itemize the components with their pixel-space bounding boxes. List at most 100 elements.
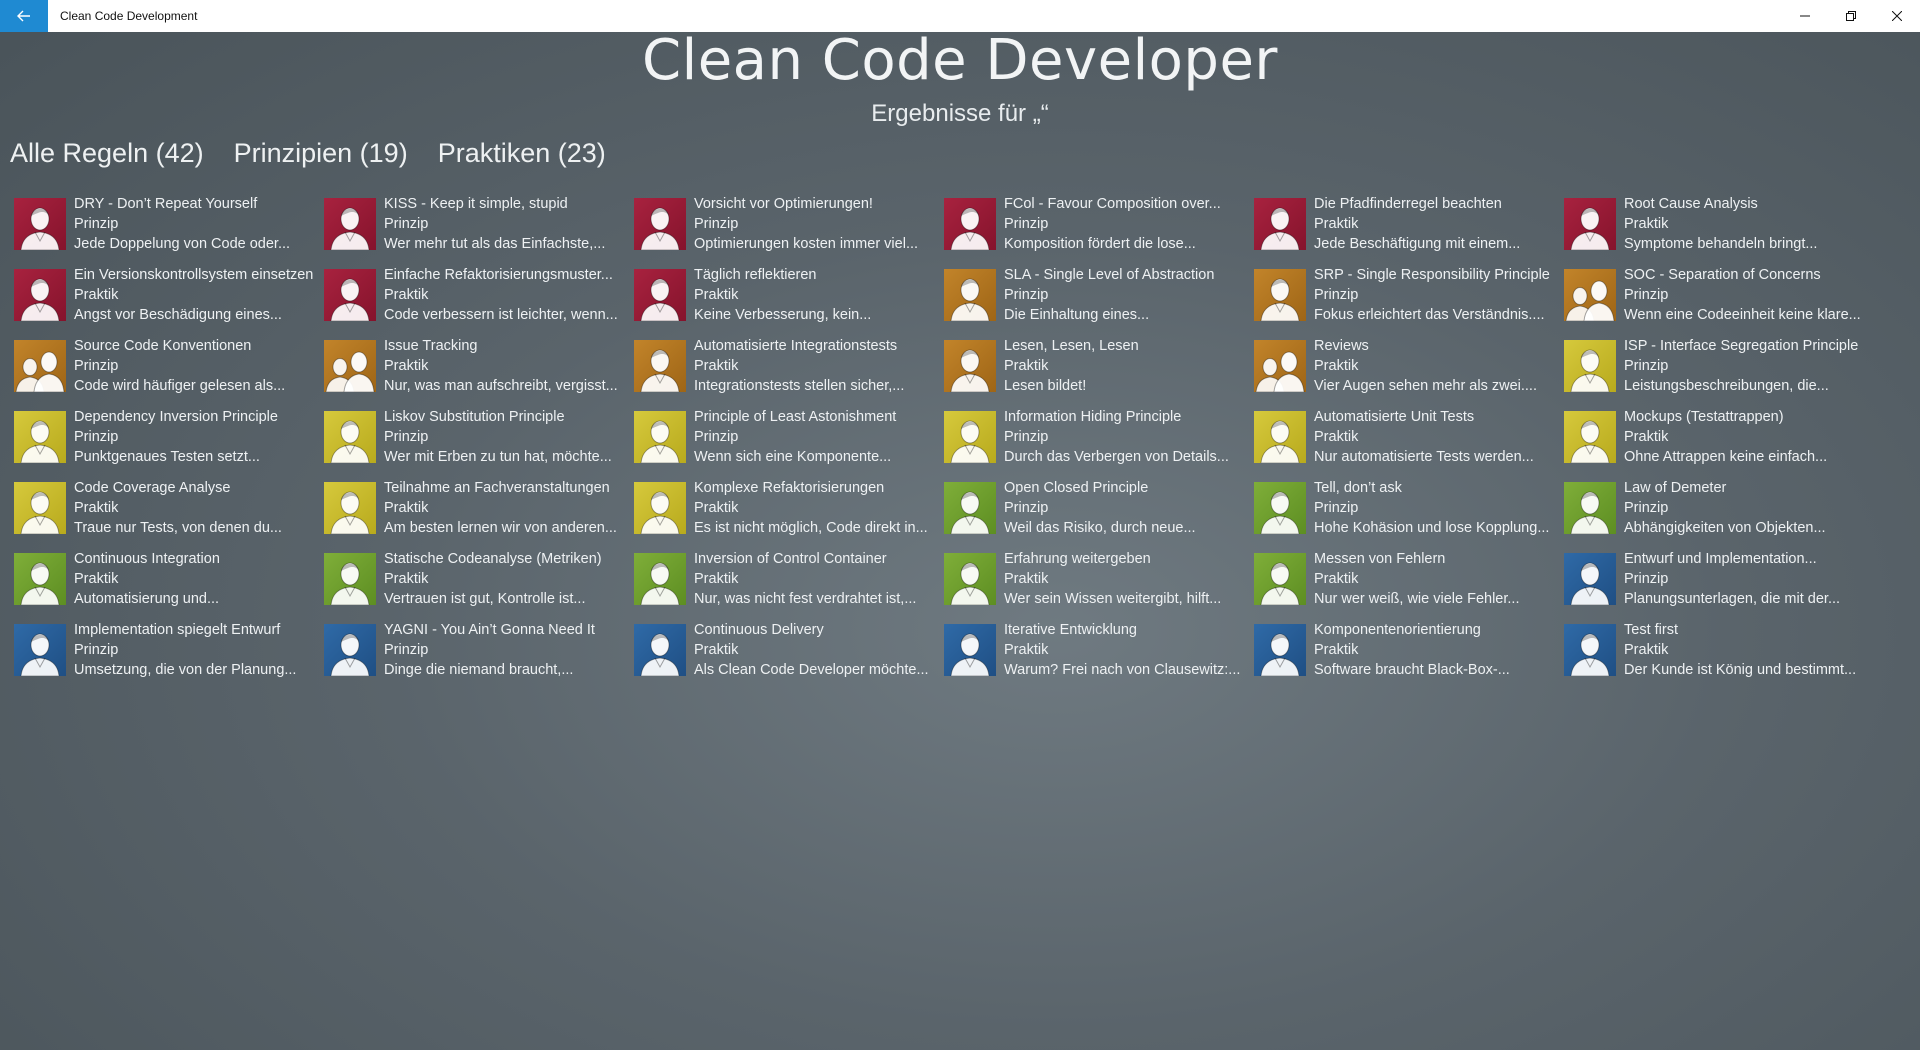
- rule-info: FCol - Favour Composition over... Prinzip…: [1004, 194, 1244, 254]
- rule-description: Abhängigkeiten von Objekten...: [1624, 520, 1826, 536]
- rule-title: Principle of Least Astonishment: [694, 409, 897, 425]
- rule-card[interactable]: Dependency Inversion Principle Prinzip Pun…: [14, 407, 324, 478]
- tab-praktiken[interactable]: Praktiken (23): [438, 138, 606, 169]
- rule-card[interactable]: Principle of Least Astonishment Prinzip We…: [634, 407, 944, 478]
- tab-alle-regeln[interactable]: Alle Regeln (42): [10, 138, 204, 169]
- rule-type: Prinzip: [694, 429, 739, 445]
- rule-title: Implementation spiegelt Entwurf: [74, 622, 281, 638]
- rule-info: Statische Codeanalyse (Metriken) Praktik V…: [384, 549, 624, 609]
- rule-card[interactable]: Reviews Praktik Vier Augen sehen mehr als …: [1254, 336, 1564, 407]
- rule-info: Die Pfadfinderregel beachten Praktik Jede …: [1314, 194, 1554, 254]
- rule-info: Lesen, Lesen, Lesen Praktik Lesen bildet!: [1004, 336, 1244, 396]
- rule-card[interactable]: FCol - Favour Composition over... Prinzip…: [944, 194, 1254, 265]
- rule-card[interactable]: Open Closed Principle Prinzip Weil das Ris…: [944, 478, 1254, 549]
- person-icon: [944, 198, 996, 250]
- rule-card[interactable]: Entwurf und Implementation... Prinzip Plan…: [1564, 549, 1874, 620]
- rule-card[interactable]: Lesen, Lesen, Lesen Praktik Lesen bildet!: [944, 336, 1254, 407]
- tab-prinzipien[interactable]: Prinzipien (19): [234, 138, 408, 169]
- rule-info: Continuous Integration Praktik Automatisie…: [74, 549, 314, 609]
- rule-card[interactable]: YAGNI - You Ain’t Gonna Need It Prinzip Di…: [324, 620, 634, 691]
- rule-card[interactable]: Komponentenorientierung Praktik Software b…: [1254, 620, 1564, 691]
- rule-type: Praktik: [694, 571, 739, 587]
- rule-card[interactable]: Teilnahme an Fachveranstaltungen Praktik A…: [324, 478, 634, 549]
- rule-title: Source Code Konventionen: [74, 338, 252, 354]
- rule-card[interactable]: Continuous Integration Praktik Automatisie…: [14, 549, 324, 620]
- rule-card[interactable]: Implementation spiegelt Entwurf Prinzip Um…: [14, 620, 324, 691]
- rule-title: DRY - Don’t Repeat Yourself: [74, 196, 258, 212]
- rule-info: Tell, don’t ask Prinzip Hohe Kohäsion und …: [1314, 478, 1554, 538]
- rule-title: SOC - Separation of Concerns: [1624, 267, 1821, 283]
- rule-description: Ohne Attrappen keine einfach...: [1624, 449, 1828, 465]
- rule-card[interactable]: Code Coverage Analyse Praktik Traue nur Te…: [14, 478, 324, 549]
- rule-card[interactable]: Law of Demeter Prinzip Abhängigkeiten von …: [1564, 478, 1874, 549]
- rule-card[interactable]: Die Pfadfinderregel beachten Praktik Jede …: [1254, 194, 1564, 265]
- rule-card[interactable]: Einfache Refaktorisierungsmuster... Prakt…: [324, 265, 634, 336]
- person-icon: [944, 482, 996, 534]
- rule-card[interactable]: Messen von Fehlern Praktik Nur wer weiß, w…: [1254, 549, 1564, 620]
- rule-card[interactable]: Komplexe Refaktorisierungen Praktik Es ist…: [634, 478, 944, 549]
- rule-description: Nur automatisierte Tests werden...: [1314, 449, 1534, 465]
- rule-description: Nur wer weiß, wie viele Fehler...: [1314, 591, 1520, 607]
- rule-card[interactable]: Täglich reflektieren Praktik Keine Verbess…: [634, 265, 944, 336]
- rule-card[interactable]: DRY - Don’t Repeat Yourself Prinzip Jede D…: [14, 194, 324, 265]
- rule-card[interactable]: Erfahrung weitergeben Praktik Wer sein Wis…: [944, 549, 1254, 620]
- rule-card[interactable]: Iterative Entwicklung Praktik Warum? Frei …: [944, 620, 1254, 691]
- rule-card[interactable]: Statische Codeanalyse (Metriken) Praktik V…: [324, 549, 634, 620]
- rule-description: Dinge die niemand braucht,...: [384, 662, 574, 678]
- rule-card[interactable]: Root Cause Analysis Praktik Symptome behan…: [1564, 194, 1874, 265]
- rule-card[interactable]: Automatisierte Integrationstests Praktik I…: [634, 336, 944, 407]
- person-icon: [1564, 198, 1616, 250]
- rule-title: SRP - Single Responsibility Principle: [1314, 267, 1550, 283]
- rule-title: Code Coverage Analyse: [74, 480, 231, 496]
- person-icon: [324, 482, 376, 534]
- person-icon: [634, 482, 686, 534]
- rule-title: Liskov Substitution Principle: [384, 409, 565, 425]
- rule-type: Prinzip: [1004, 287, 1049, 303]
- rule-card[interactable]: SOC - Separation of Concerns Prinzip Wenn …: [1564, 265, 1874, 336]
- rule-card[interactable]: Automatisierte Unit Tests Praktik Nur auto…: [1254, 407, 1564, 478]
- rule-type: Praktik: [1314, 642, 1359, 658]
- rule-card[interactable]: SLA - Single Level of Abstraction Prinzip…: [944, 265, 1254, 336]
- person-icon: [634, 624, 686, 676]
- person-icon: [1564, 340, 1616, 392]
- rule-card[interactable]: Tell, don’t ask Prinzip Hohe Kohäsion und …: [1254, 478, 1564, 549]
- rule-info: YAGNI - You Ain’t Gonna Need It Prinzip Di…: [384, 620, 624, 680]
- rule-card[interactable]: Source Code Konventionen Prinzip Code wird…: [14, 336, 324, 407]
- rule-type: Praktik: [694, 358, 739, 374]
- rule-info: Mockups (Testattrappen) Praktik Ohne Attra…: [1624, 407, 1864, 467]
- rule-title: Test first: [1624, 622, 1678, 638]
- rule-description: Integrationstests stellen sicher,...: [694, 378, 905, 394]
- rule-title: Inversion of Control Container: [694, 551, 887, 567]
- rule-info: Test first Praktik Der Kunde ist König und…: [1624, 620, 1864, 680]
- rule-type: Praktik: [74, 500, 119, 516]
- rule-card[interactable]: Ein Versionskontrollsystem einsetzen Prak…: [14, 265, 324, 336]
- rule-info: Komponentenorientierung Praktik Software b…: [1314, 620, 1554, 680]
- rule-card[interactable]: Mockups (Testattrappen) Praktik Ohne Attra…: [1564, 407, 1874, 478]
- rule-card[interactable]: Inversion of Control Container Praktik Nur…: [634, 549, 944, 620]
- person-icon: [1254, 624, 1306, 676]
- rule-description: Software braucht Black-Box-...: [1314, 662, 1510, 678]
- rule-card[interactable]: ISP - Interface Segregation Principle Pri…: [1564, 336, 1874, 407]
- rule-type: Praktik: [694, 642, 739, 658]
- rule-card[interactable]: KISS - Keep it simple, stupid Prinzip Wer …: [324, 194, 634, 265]
- rule-card[interactable]: Information Hiding Principle Prinzip Durch…: [944, 407, 1254, 478]
- rule-info: Messen von Fehlern Praktik Nur wer weiß, w…: [1314, 549, 1554, 609]
- rule-card[interactable]: Vorsicht vor Optimierungen! Prinzip Optimi…: [634, 194, 944, 265]
- person-icon: [14, 269, 66, 321]
- rule-description: Komposition fördert die lose...: [1004, 236, 1196, 252]
- person-icon: [324, 198, 376, 250]
- rule-title: Einfache Refaktorisierungsmuster...: [384, 267, 613, 283]
- rule-title: Ein Versionskontrollsystem einsetzen: [74, 267, 314, 283]
- rule-card[interactable]: SRP - Single Responsibility Principle Pri…: [1254, 265, 1564, 336]
- rule-type: Praktik: [384, 500, 429, 516]
- rule-description: Symptome behandeln bringt...: [1624, 236, 1818, 252]
- rule-card[interactable]: Test first Praktik Der Kunde ist König und…: [1564, 620, 1874, 691]
- rule-card[interactable]: Issue Tracking Praktik Nur, was man aufsch…: [324, 336, 634, 407]
- rule-type: Praktik: [74, 287, 119, 303]
- rule-title: Reviews: [1314, 338, 1369, 354]
- rule-card[interactable]: Continuous Delivery Praktik Als Clean Code…: [634, 620, 944, 691]
- rule-description: Durch das Verbergen von Details...: [1004, 449, 1229, 465]
- rule-description: Der Kunde ist König und bestimmt...: [1624, 662, 1857, 678]
- rule-card[interactable]: Liskov Substitution Principle Prinzip Wer …: [324, 407, 634, 478]
- rule-description: Wer mit Erben zu tun hat, möchte...: [384, 449, 612, 465]
